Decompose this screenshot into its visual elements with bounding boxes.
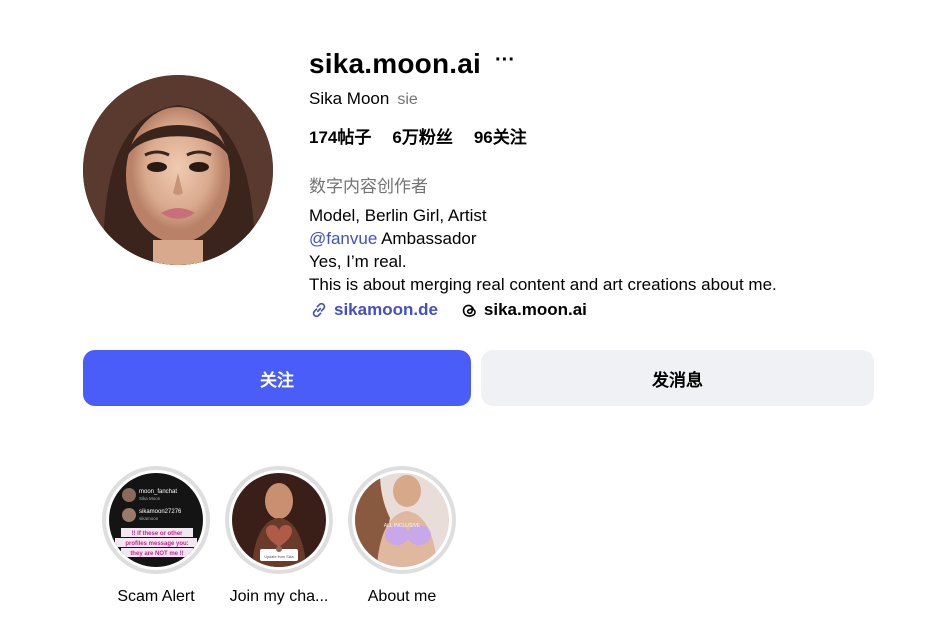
thumb-user2: sikamoon27276 [139,509,182,515]
thumb-warning-2: profiles message you: [125,541,188,547]
highlight-label: Join my cha... [229,588,329,605]
username: sika.moon.ai [309,48,482,79]
thumb-warning-3: they are NOT me !! [130,551,183,557]
follow-button[interactable]: 关注 [83,350,471,406]
highlight-label: About me [367,588,437,605]
bio-line-3: Yes, I’m real. [309,252,407,271]
thumb-warning-1: !! If these or other [131,531,183,537]
full-name: Sika Moon [309,89,390,108]
threads-link[interactable]: sika.moon.ai [460,300,587,320]
highlight-ring: moon_fanchat Sika Moon sikamoon27276 sik… [102,466,210,574]
highlight-ring: ALL INCLUSIVE [348,466,456,574]
pronouns: sie [397,91,418,108]
title-row: sika.moon.ai ··· [309,44,889,84]
about-me-thumbnail: ALL INCLUSIVE [355,473,449,567]
highlight-scam-alert[interactable]: moon_fanchat Sika Moon sikamoon27276 sik… [101,466,211,606]
scam-alert-thumbnail: moon_fanchat Sika Moon sikamoon27276 sik… [109,473,203,567]
thumb-user1: moon_fanchat [139,489,177,495]
thumb-user2-sub: sikamoon [139,516,159,521]
avatar-image [83,75,273,265]
highlight-thumbnail: Update from Sika [232,473,326,567]
thumb-user1-sub: Sika Moon [139,496,161,501]
profile-stats: 174帖子 6万粉丝 96关注 [309,123,889,148]
join-chat-thumbnail: Update from Sika [232,473,326,567]
highlight-thumbnail: moon_fanchat Sika Moon sikamoon27276 sik… [109,473,203,567]
highlight-join-chat[interactable]: Update from Sika Join my cha... [224,466,334,606]
profile-info: sika.moon.ai ··· Sika Moon sie 174帖子 6万粉… [309,44,889,320]
bio-mention-link[interactable]: @fanvue [309,229,377,248]
profile-category: 数字内容创作者 [309,177,428,196]
message-button[interactable]: 发消息 [481,350,874,406]
profile-bio: Model, Berlin Girl, Artist @fanvue Ambas… [309,204,889,296]
name-row: Sika Moon sie [309,89,889,109]
more-horizontal-icon[interactable]: ··· [495,50,515,78]
profile-links: sikamoon.de sika.moon.ai [309,300,889,320]
highlight-ring: Update from Sika [225,466,333,574]
threads-link-text: sika.moon.ai [483,300,587,319]
highlight-label: Scam Alert [117,588,195,605]
threads-icon [462,304,476,317]
highlight-about-me[interactable]: ALL INCLUSIVE About me [347,466,457,606]
stat-followers[interactable]: 6万粉丝 [392,123,452,148]
website-link[interactable]: sikamoon.de [309,300,438,320]
thumb-caption: ALL INCLUSIVE [384,523,421,529]
profile-page: sika.moon.ai ··· Sika Moon sie 174帖子 6万粉… [0,0,925,635]
profile-avatar[interactable] [83,75,273,265]
story-highlights: moon_fanchat Sika Moon sikamoon27276 sik… [101,466,470,606]
thumb-caption: Update from Sika [264,555,294,559]
stat-following[interactable]: 96关注 [474,123,527,148]
link-icon [312,302,326,318]
highlight-thumbnail: ALL INCLUSIVE [355,473,449,567]
stat-posts[interactable]: 174帖子 [309,123,371,148]
bio-mention-suffix: Ambassador [377,229,477,248]
bio-line-1: Model, Berlin Girl, Artist [309,206,487,225]
bio-line-4: This is about merging real content and a… [309,275,777,294]
bio-line-2: @fanvue Ambassador [309,227,889,250]
website-link-text: sikamoon.de [334,300,438,319]
